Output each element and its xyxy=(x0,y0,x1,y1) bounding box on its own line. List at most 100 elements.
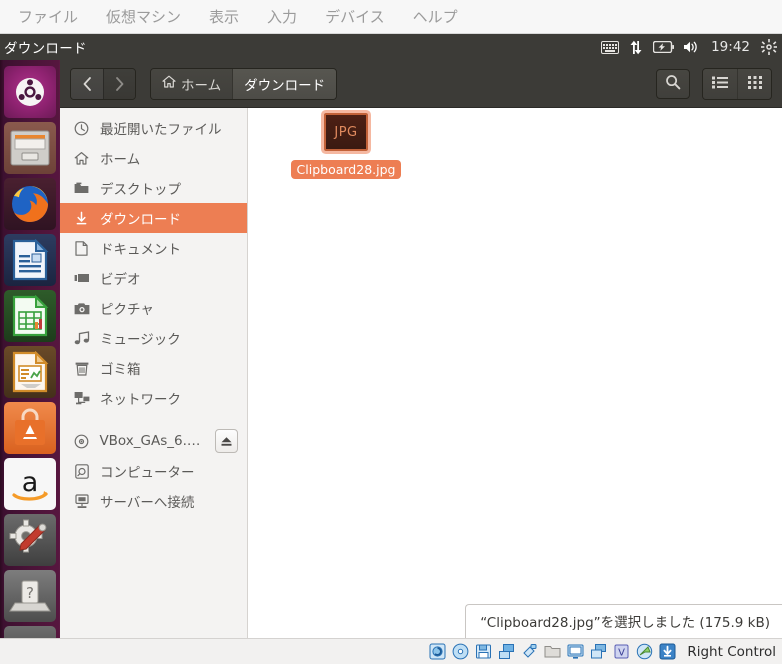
sidebar-item-label: サーバーへ接続 xyxy=(100,495,195,511)
music-icon xyxy=(73,331,90,345)
sidebar-item-trash[interactable]: ゴミ箱 xyxy=(60,353,247,383)
vbox-menu-view[interactable]: 表示 xyxy=(195,0,253,34)
sidebar-item-home[interactable]: ホーム xyxy=(60,143,247,173)
computer-icon xyxy=(73,463,90,479)
sidebar-item-label: 最近開いたファイル xyxy=(100,122,222,138)
battery-icon[interactable] xyxy=(653,41,675,53)
vbox-menu-machine[interactable]: 仮想マシン xyxy=(92,0,195,34)
launcher-item-software[interactable] xyxy=(3,402,56,454)
sidebar-item-vbox-guest-additions[interactable]: VBox_GAs_6.0... xyxy=(60,426,247,456)
launcher-item-help[interactable]: ? xyxy=(3,570,56,622)
breadcrumb-item-downloads[interactable]: ダウンロード xyxy=(232,68,337,99)
screenshot-root: ファイル 仮想マシン 表示 入力 デバイス ヘルプ ダウンロード 19:42 a… xyxy=(0,0,782,664)
panel-clock[interactable]: 19:42 xyxy=(709,39,752,55)
search-button[interactable] xyxy=(656,68,690,99)
hard-disk-icon[interactable] xyxy=(429,643,446,660)
nautilus-body: 最近開いたファイル ホーム デスクトップ ダウンロード ドキュメント ビデオ ピ… xyxy=(60,108,782,638)
video-capture-icon[interactable] xyxy=(590,643,607,660)
video-icon xyxy=(73,272,90,284)
sidebar-item-documents[interactable]: ドキュメント xyxy=(60,233,247,263)
back-button[interactable] xyxy=(71,68,103,99)
eject-button[interactable] xyxy=(214,429,238,453)
panel-indicators: 19:42 xyxy=(601,39,782,55)
vbox-menubar: ファイル 仮想マシン 表示 入力 デバイス ヘルプ xyxy=(0,0,782,34)
places-sidebar: 最近開いたファイル ホーム デスクトップ ダウンロード ドキュメント ビデオ ピ… xyxy=(60,108,248,638)
ubuntu-top-panel: ダウンロード 19:42 xyxy=(0,34,782,60)
grid-view-button[interactable] xyxy=(737,68,771,99)
sidebar-item-computer[interactable]: コンピューター xyxy=(60,456,247,486)
launcher-item-calc[interactable] xyxy=(3,290,56,342)
sidebar-item-label: ネットワーク xyxy=(100,392,181,408)
headerbar-right xyxy=(656,67,772,100)
jpg-type-label: JPG xyxy=(334,124,358,140)
virtualization-icon[interactable]: V xyxy=(613,643,630,660)
launcher-item-amazon[interactable]: a xyxy=(3,458,56,510)
launcher-item-writer[interactable] xyxy=(3,234,56,286)
document-icon xyxy=(73,240,90,256)
list-view-button[interactable] xyxy=(703,68,737,99)
svg-text:?: ? xyxy=(26,584,34,602)
home-icon xyxy=(73,151,90,166)
vbox-menu-input[interactable]: 入力 xyxy=(253,0,311,34)
launcher-item-firefox[interactable] xyxy=(3,178,56,230)
clock-icon xyxy=(73,121,90,136)
sidebar-item-label: ビデオ xyxy=(100,272,141,288)
sidebar-item-label: ホーム xyxy=(100,152,141,168)
sidebar-item-videos[interactable]: ビデオ xyxy=(60,263,247,293)
nav-buttons xyxy=(70,67,136,100)
sidebar-item-desktop[interactable]: デスクトップ xyxy=(60,173,247,203)
svg-text:a: a xyxy=(21,467,38,498)
view-toggle xyxy=(702,67,772,100)
sidebar-item-connect-to-server[interactable]: サーバーへ接続 xyxy=(60,486,247,516)
vbox-menu-help[interactable]: ヘルプ xyxy=(399,0,472,34)
gear-icon[interactable] xyxy=(761,39,777,55)
host-key-label: Right Control xyxy=(687,643,776,660)
sidebar-item-recent[interactable]: 最近開いたファイル xyxy=(60,113,247,143)
sidebar-separator xyxy=(60,413,247,426)
vbox-menu-file[interactable]: ファイル xyxy=(0,0,92,34)
status-overlay: “Clipboard28.jpg”を選択しました (175.9 kB) xyxy=(465,604,782,638)
launcher-item-settings[interactable] xyxy=(3,514,56,566)
disc-icon xyxy=(73,434,89,449)
sidebar-item-label: デスクトップ xyxy=(100,182,181,198)
headerbar-left: ホーム ダウンロード xyxy=(70,67,338,100)
server-icon xyxy=(73,493,90,509)
breadcrumb: ホーム ダウンロード xyxy=(150,67,338,100)
camera-icon xyxy=(73,302,90,315)
sidebar-item-network[interactable]: ネットワーク xyxy=(60,383,247,413)
guest-screen: ダウンロード 19:42 a ? ホーム ダウンロード 最近開いたファイル ホー… xyxy=(0,34,782,638)
network-icon[interactable] xyxy=(498,643,515,660)
vbox-menu-devices[interactable]: デバイス xyxy=(311,0,399,34)
network-icon[interactable] xyxy=(628,40,644,55)
jpg-thumbnail-icon: JPG xyxy=(324,113,368,151)
display-icon[interactable] xyxy=(567,643,584,660)
breadcrumb-item-home[interactable]: ホーム xyxy=(151,68,233,99)
forward-button[interactable] xyxy=(103,68,135,99)
keyboard-icon[interactable] xyxy=(601,40,620,54)
svg-text:V: V xyxy=(618,648,625,659)
sidebar-item-pictures[interactable]: ピクチャ xyxy=(60,293,247,323)
sidebar-item-label: ゴミ箱 xyxy=(100,362,141,378)
optical-disk-icon[interactable] xyxy=(452,643,469,660)
shared-folder-icon[interactable] xyxy=(544,643,561,660)
list-icon xyxy=(712,74,728,93)
mouse-integration-icon[interactable] xyxy=(636,643,653,660)
floppy-disk-icon[interactable] xyxy=(475,643,492,660)
sidebar-item-music[interactable]: ミュージック xyxy=(60,323,247,353)
launcher-item-dash[interactable] xyxy=(3,66,56,118)
sidebar-item-label: VBox_GAs_6.0... xyxy=(99,433,205,449)
file-view[interactable]: JPG Clipboard28.jpg “Clipboard28.jpg”を選択… xyxy=(248,108,782,638)
search-icon xyxy=(665,74,681,94)
breadcrumb-label-downloads: ダウンロード xyxy=(244,77,326,94)
launcher-item-disc[interactable] xyxy=(3,626,56,638)
sidebar-item-downloads[interactable]: ダウンロード xyxy=(60,203,247,233)
launcher-item-impress[interactable] xyxy=(3,346,56,398)
volume-icon[interactable] xyxy=(683,40,700,54)
usb-icon[interactable] xyxy=(521,643,538,660)
folder-icon xyxy=(73,181,90,195)
launcher-item-files[interactable] xyxy=(3,122,56,174)
panel-window-title: ダウンロード xyxy=(4,41,87,57)
sidebar-item-label: ピクチャ xyxy=(100,302,154,318)
host-key-icon[interactable] xyxy=(659,643,676,660)
file-item-clipboard28[interactable]: JPG Clipboard28.jpg xyxy=(290,113,402,179)
